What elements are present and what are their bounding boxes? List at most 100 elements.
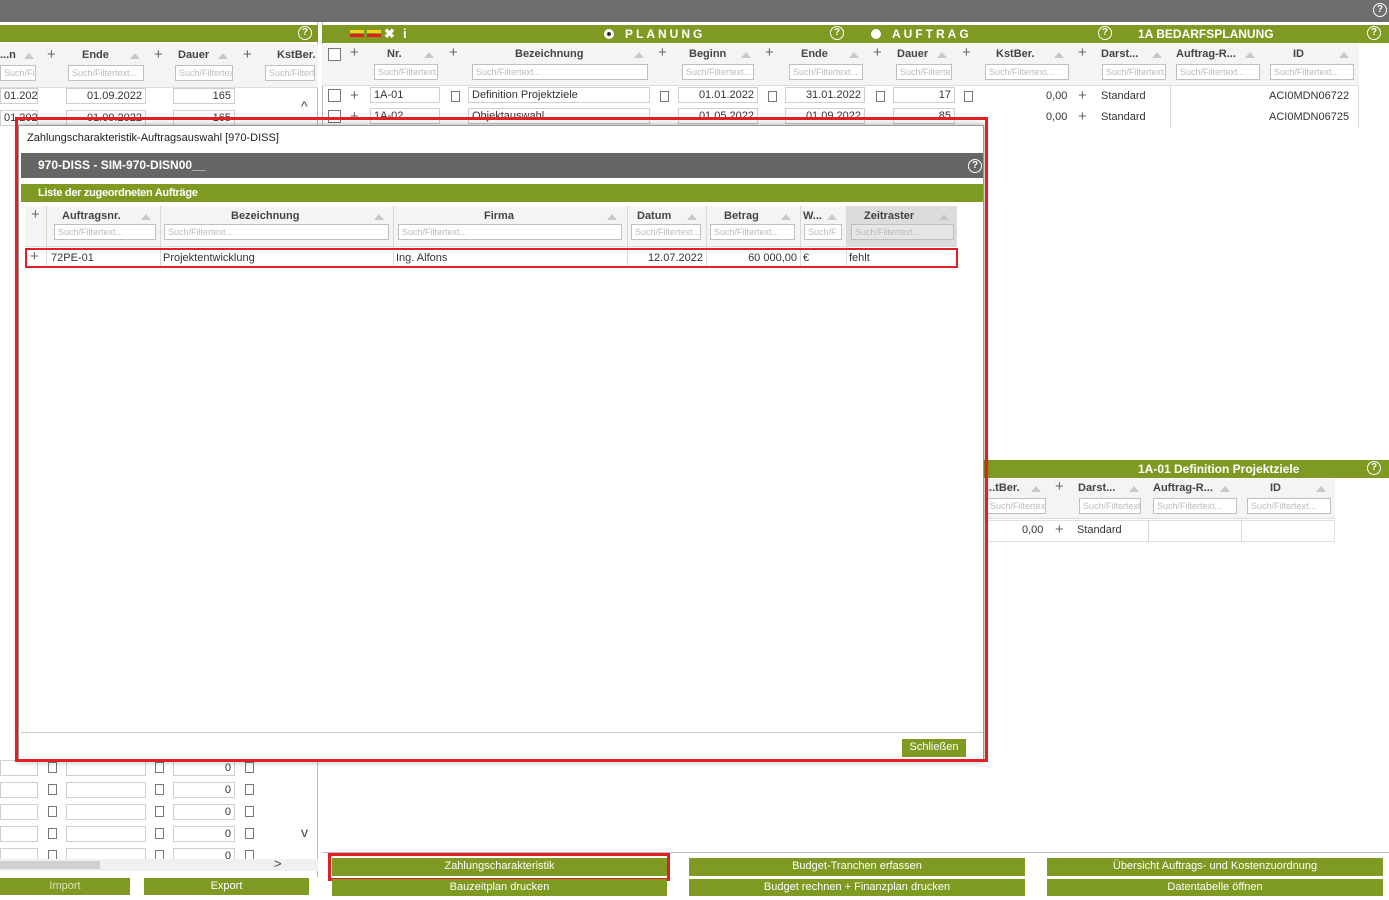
sort-icon[interactable] (741, 52, 751, 58)
document-icon[interactable] (48, 784, 57, 795)
duration-field[interactable]: 0 (173, 782, 235, 798)
filter-input[interactable]: Such/Filtertext... (896, 64, 952, 80)
filter-input[interactable]: Such/Filtertext... (374, 64, 438, 80)
auftrag-label[interactable]: AUFTRAG (892, 27, 972, 41)
column-header-beginn[interactable]: ...n (0, 49, 16, 61)
document-icon[interactable] (245, 762, 254, 773)
filter-input[interactable]: Such/Filtertext... (789, 64, 863, 80)
filter-input[interactable]: Such/Filtertext... (1079, 498, 1141, 514)
sort-icon[interactable] (218, 53, 228, 59)
sort-icon[interactable] (1220, 486, 1230, 492)
sort-icon[interactable] (1152, 52, 1162, 58)
ende-field[interactable]: 31.01.2022 (785, 87, 865, 103)
duration-field[interactable]: 0 (173, 826, 235, 842)
datentabelle-button[interactable]: Datentabelle öffnen (1047, 879, 1383, 896)
add-icon[interactable]: + (1055, 522, 1064, 537)
filter-input[interactable]: Such/Filtertext... (1176, 64, 1260, 80)
column-header-beginn[interactable]: Beginn (689, 48, 726, 60)
add-icon[interactable]: + (962, 45, 971, 60)
date-field[interactable]: 01.09.2022 (66, 88, 146, 104)
add-icon[interactable]: + (47, 47, 56, 62)
column-header-kstber[interactable]: ...tBer. (986, 482, 1020, 494)
column-header-darst[interactable]: Darst... (1101, 48, 1138, 60)
help-icon[interactable]: ? (1373, 3, 1387, 17)
filter-input[interactable]: Such/Filtertext... (986, 498, 1046, 514)
filter-input[interactable]: Such/Filtertext... (175, 65, 233, 81)
empty-field[interactable] (66, 782, 146, 798)
document-icon[interactable] (155, 762, 164, 773)
horizontal-scrollbar[interactable]: > (0, 856, 318, 871)
sort-icon[interactable] (424, 52, 434, 58)
filter-input[interactable]: Such/Filtertext... (1153, 498, 1237, 514)
empty-field[interactable] (66, 826, 146, 842)
sort-icon[interactable] (130, 53, 140, 59)
import-button[interactable]: Import (0, 878, 130, 895)
duration-field[interactable]: 0 (173, 760, 235, 776)
sort-icon[interactable] (1054, 52, 1064, 58)
auftrag-radio[interactable] (871, 29, 881, 39)
dauer-field[interactable]: 17 (893, 87, 955, 103)
budget-rechnen-button[interactable]: Budget rechnen + Finanzplan drucken (689, 879, 1025, 896)
column-header-dauer[interactable]: Dauer (178, 49, 209, 61)
filter-input[interactable]: Such/Filtertext... (985, 64, 1069, 80)
document-icon[interactable] (245, 784, 254, 795)
sort-icon[interactable] (1031, 486, 1041, 492)
sort-icon[interactable] (1245, 52, 1255, 58)
document-icon[interactable] (245, 828, 254, 839)
filter-input[interactable]: Such/Filtertext... (68, 65, 144, 81)
filter-input[interactable]: Such/Filtertext... (1270, 64, 1354, 80)
duration-field[interactable]: 165 (173, 88, 235, 104)
filter-input[interactable]: Such/Filtertext... (472, 64, 648, 80)
chevron-right-icon[interactable]: > (274, 856, 282, 871)
add-icon[interactable]: + (350, 88, 359, 103)
empty-field[interactable] (66, 760, 146, 776)
nr-field[interactable]: 1A-01 (370, 87, 440, 103)
date-field[interactable]: 01.2022 (0, 88, 38, 104)
uebersicht-button[interactable]: Übersicht Auftrags- und Kostenzuordnung (1047, 858, 1383, 876)
add-icon[interactable]: + (1078, 109, 1087, 124)
add-icon[interactable]: + (658, 45, 667, 60)
chevron-up-icon[interactable]: ^ (301, 98, 308, 114)
add-icon[interactable]: + (154, 47, 163, 62)
empty-field[interactable] (0, 782, 38, 798)
chevron-down-icon[interactable]: v (301, 824, 308, 840)
column-header-kstber[interactable]: KstBer. (277, 49, 316, 61)
equal-icon[interactable] (350, 30, 364, 33)
planung-label[interactable]: PLANUNG (625, 27, 705, 41)
add-icon[interactable]: + (765, 45, 774, 60)
column-header-auftrag-r[interactable]: Auftrag-R... (1176, 48, 1236, 60)
empty-field[interactable] (0, 760, 38, 776)
add-icon[interactable]: + (1055, 479, 1064, 494)
sort-icon[interactable] (1129, 486, 1139, 492)
filter-input[interactable]: Such/Filtertext... (1247, 498, 1331, 514)
document-icon[interactable] (48, 806, 57, 817)
export-button[interactable]: Export (144, 878, 309, 895)
document-icon[interactable] (964, 91, 973, 102)
empty-field[interactable] (0, 826, 38, 842)
add-icon[interactable]: + (1078, 45, 1087, 60)
column-header-kstber[interactable]: KstBer. (996, 48, 1035, 60)
scrollbar-thumb[interactable] (0, 861, 100, 869)
filter-input[interactable]: Such/Filtertext... (1102, 64, 1166, 80)
add-icon[interactable]: + (350, 45, 359, 60)
add-icon[interactable]: + (243, 47, 252, 62)
document-icon[interactable] (155, 806, 164, 817)
sort-icon[interactable] (849, 52, 859, 58)
empty-field[interactable] (0, 804, 38, 820)
filter-input[interactable]: Such/Filtertext... (265, 65, 315, 81)
info-icon[interactable]: i (403, 26, 407, 41)
column-header-bezeichnung[interactable]: Bezeichnung (515, 48, 583, 60)
help-icon[interactable]: ? (298, 26, 312, 40)
sort-icon[interactable] (634, 52, 644, 58)
column-header-id[interactable]: ID (1270, 482, 1281, 494)
column-header-dauer[interactable]: Dauer (897, 48, 928, 60)
column-header-darst[interactable]: Darst... (1078, 482, 1115, 494)
document-icon[interactable] (451, 91, 460, 102)
duration-field[interactable]: 0 (173, 804, 235, 820)
add-icon[interactable]: + (449, 45, 458, 60)
add-icon[interactable]: + (873, 45, 882, 60)
help-icon[interactable]: ? (1367, 26, 1381, 40)
document-icon[interactable] (768, 91, 777, 102)
bezeichnung-field[interactable]: Definition Projektziele (468, 87, 650, 103)
planung-radio[interactable] (604, 29, 614, 39)
